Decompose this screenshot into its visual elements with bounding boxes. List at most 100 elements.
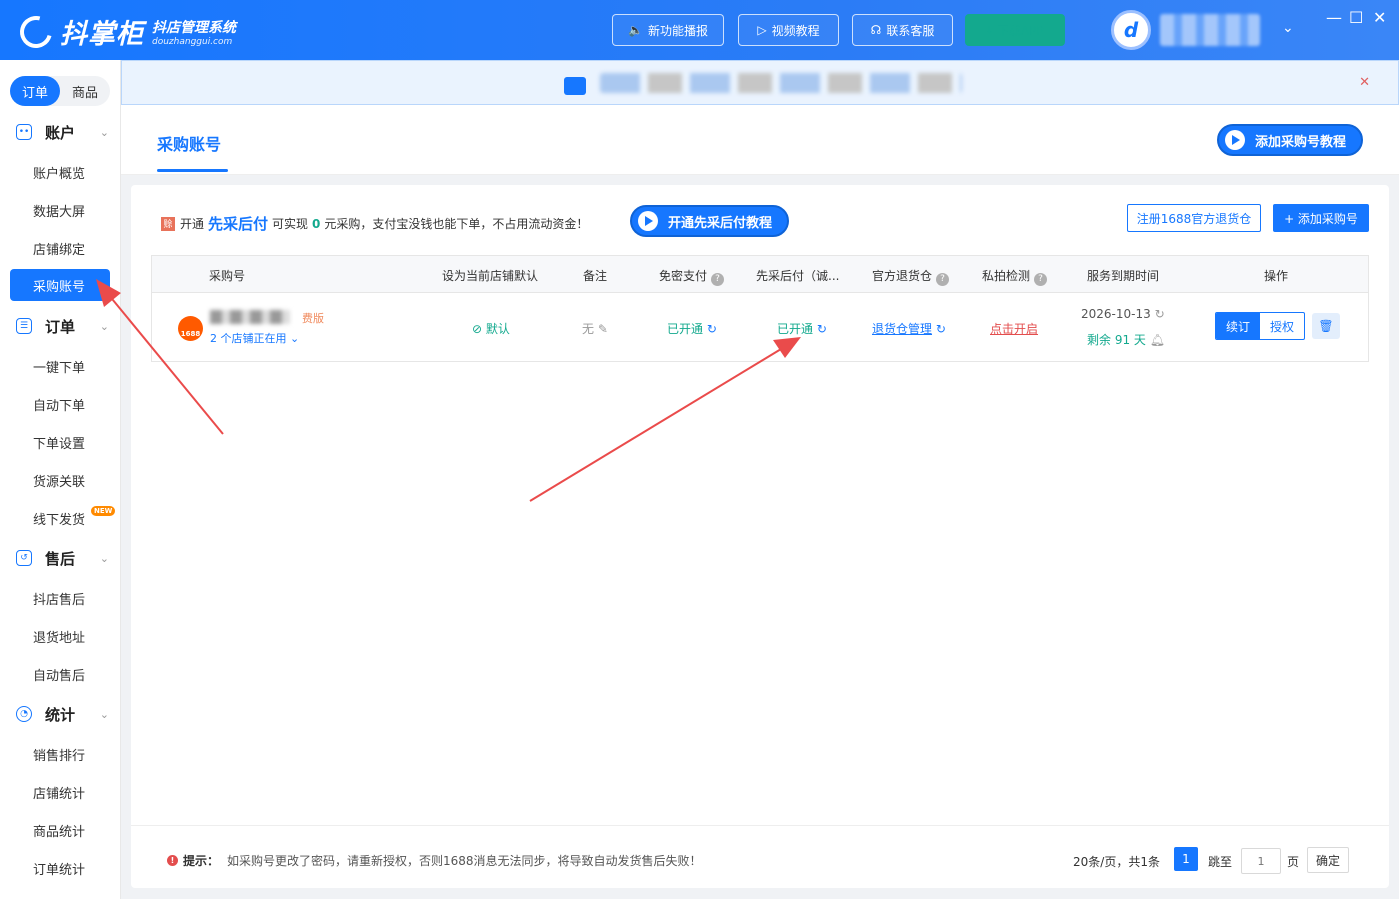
notice-icon <box>564 77 586 95</box>
private-check-link[interactable]: 点击开启 <box>990 320 1038 337</box>
sidebar-item-source-link[interactable]: 货源关联 <box>10 464 110 496</box>
page-size-info[interactable]: 20条/页，共1条 <box>1073 853 1160 870</box>
refresh-icon[interactable]: ↻ <box>936 322 946 336</box>
refresh-icon[interactable]: ↻ <box>817 322 827 336</box>
expire-date-text: 2026-10-13 <box>1081 307 1151 321</box>
promo-banner: 赊 开通 先采后付 可实现 0 元采购，支付宝没钱也能下单，不占用流动资金！ <box>161 213 588 234</box>
video-tutorial-button[interactable]: ▷ 视频教程 <box>738 14 839 46</box>
account-icon: •• <box>16 124 32 140</box>
contact-support-button[interactable]: ☊ 联系客服 <box>852 14 953 46</box>
register-return-warehouse-button[interactable]: 注册1688官方退货仓 <box>1127 204 1261 232</box>
help-icon[interactable]: ? <box>711 273 725 286</box>
default-status[interactable]: ⊘ 默认 <box>472 320 510 337</box>
1688-logo-icon: 1688 <box>178 316 203 341</box>
group-label: 统计 <box>45 705 76 724</box>
notice-bar: ✕ <box>121 60 1399 105</box>
pay-later-tutorial-button[interactable]: 开通先采后付教程 <box>630 205 789 237</box>
sidebar-item-auto-after-sales[interactable]: 自动售后 <box>10 658 110 690</box>
sidebar-item-sales-ranking[interactable]: 销售排行 <box>10 738 110 770</box>
confirm-jump-button[interactable]: 确定 <box>1307 847 1349 873</box>
tab-products[interactable]: 商品 <box>60 76 110 106</box>
delete-icon[interactable]: 🗑︎ <box>1312 313 1340 339</box>
add-account-tutorial-button[interactable]: 添加采购号教程 <box>1217 124 1363 156</box>
col-remark: 备注 <box>583 269 608 283</box>
sidebar-item-offline-shipping[interactable]: 线下发货 NEW <box>10 502 116 534</box>
help-icon[interactable]: ? <box>1034 273 1048 286</box>
help-icon[interactable]: ? <box>936 273 950 286</box>
sidebar-item-store-binding[interactable]: 店铺绑定 <box>10 232 110 264</box>
main-card: 赊 开通 先采后付 可实现 0 元采购，支付宝没钱也能下单，不占用流动资金！ 开… <box>131 185 1389 888</box>
edit-icon[interactable]: ✎ <box>598 322 608 336</box>
download-icon: ⤓ <box>986 22 992 37</box>
page-number-button[interactable]: 1 <box>1174 847 1198 871</box>
bell-icon[interactable]: 🔔︎ <box>1150 333 1165 347</box>
sidebar-item-order-stats[interactable]: 订单统计 <box>10 852 110 884</box>
close-icon[interactable]: ✕ <box>1359 75 1370 90</box>
refresh-icon[interactable]: ↻ <box>1155 307 1165 321</box>
col-label: 官方退货仓 <box>872 269 933 283</box>
tab-orders[interactable]: 订单 <box>10 76 60 106</box>
card-footer: ! 提示： 如采购号更改了密码，请重新授权，否则1688消息无法同步，将导致自动… <box>131 825 1389 888</box>
new-features-label: 新功能播报 <box>647 23 708 38</box>
sidebar-group-orders[interactable]: ☰ 订单 ⌄ <box>0 311 121 341</box>
sidebar-item-one-click-order[interactable]: 一键下单 <box>10 350 110 382</box>
group-label: 售后 <box>45 549 76 568</box>
close-icon[interactable]: ✕ <box>1373 8 1386 27</box>
sidebar-item-store-stats[interactable]: 店铺统计 <box>10 776 110 808</box>
sidebar-item-purchase-account[interactable]: 采购账号 <box>10 269 110 301</box>
pie-chart-icon: ◔ <box>16 706 32 722</box>
authorize-button[interactable]: 授权 <box>1260 313 1304 339</box>
new-badge: NEW <box>91 506 116 516</box>
play-icon <box>1225 130 1245 150</box>
col-private-check: 私拍检测? <box>982 267 1048 286</box>
title-underline <box>157 169 228 172</box>
return-warehouse-link[interactable]: 退货仓管理 <box>872 322 932 336</box>
logo-domain: douzhanggui.com <box>152 36 233 47</box>
sidebar-group-after-sales[interactable]: ↺ 售后 ⌄ <box>0 543 121 573</box>
logo-name: 抖掌柜 <box>60 19 144 50</box>
stores-label: 2 个店铺正在用 <box>210 332 287 345</box>
sidebar-item-data-screen[interactable]: 数据大屏 <box>10 194 110 226</box>
new-features-button[interactable]: 🔈 新功能播报 <box>612 14 724 46</box>
row-actions: 续订 授权 <box>1215 312 1305 340</box>
video-icon: ▷ <box>757 23 767 37</box>
avatar[interactable]: d <box>1111 10 1151 50</box>
renew-button[interactable]: 续订 <box>1216 313 1260 339</box>
sidebar-item-label: 线下发货 <box>33 512 86 528</box>
remark-cell[interactable]: 无 ✎ <box>582 320 608 337</box>
minimize-icon[interactable]: — <box>1326 8 1342 27</box>
download-app-label: 下载APP <box>996 23 1044 38</box>
sidebar-item-return-address[interactable]: 退货地址 <box>10 620 110 652</box>
download-app-button[interactable]: ⤓ 下载APP <box>965 14 1065 46</box>
maximize-icon[interactable]: ☐ <box>1349 8 1363 27</box>
col-actions: 操作 <box>1264 269 1289 283</box>
jump-label: 跳至 <box>1208 855 1233 869</box>
promo-text: 可实现 <box>272 217 309 231</box>
sidebar-group-account[interactable]: •• 账户 ⌄ <box>0 117 121 147</box>
promo-text: 元采购，支付宝没钱也能下单，不占用流动资金！ <box>324 217 589 231</box>
chevron-down-icon[interactable]: ⌄ <box>1282 20 1294 36</box>
sidebar-item-store-after-sales[interactable]: 抖店售后 <box>10 582 110 614</box>
sidebar-item-product-stats[interactable]: 商品统计 <box>10 814 110 846</box>
accounts-table: 采购号 设为当前店铺默认 备注 免密支付? 先采后付（诚... 官方退货仓? 私… <box>151 255 1369 362</box>
tutorial-label: 添加采购号教程 <box>1255 134 1347 150</box>
app-logo: 抖掌柜 抖店管理系统 douzhanggui.com <box>14 9 236 54</box>
logo-subtitle: 抖店管理系统 <box>152 19 236 36</box>
notice-text-blurred <box>600 73 962 93</box>
page-header: 采购账号 添加采购号教程 <box>121 105 1399 175</box>
sidebar-item-account-overview[interactable]: 账户概览 <box>10 156 110 188</box>
sidebar-group-statistics[interactable]: ◔ 统计 ⌄ <box>0 699 121 729</box>
jump-page-input[interactable] <box>1241 848 1281 874</box>
sidebar-item-order-settings[interactable]: 下单设置 <box>10 426 110 458</box>
stores-in-use-dropdown[interactable]: 2 个店铺正在用 ⌄ <box>210 330 299 346</box>
group-label: 订单 <box>45 317 76 336</box>
refresh-icon[interactable]: ↻ <box>707 322 717 336</box>
account-name-blurred <box>210 310 290 324</box>
add-purchase-account-button[interactable]: + 添加采购号 <box>1273 204 1369 232</box>
pay-later-status: 已开通 ↻ <box>777 320 827 337</box>
remaining-text: 剩余 91 天 <box>1087 333 1146 347</box>
free-pay-label: 已开通 <box>667 322 704 336</box>
sidebar-item-auto-order[interactable]: 自动下单 <box>10 388 110 420</box>
tutorial-label: 开通先采后付教程 <box>668 215 773 231</box>
chevron-down-icon: ⌄ <box>99 125 109 139</box>
